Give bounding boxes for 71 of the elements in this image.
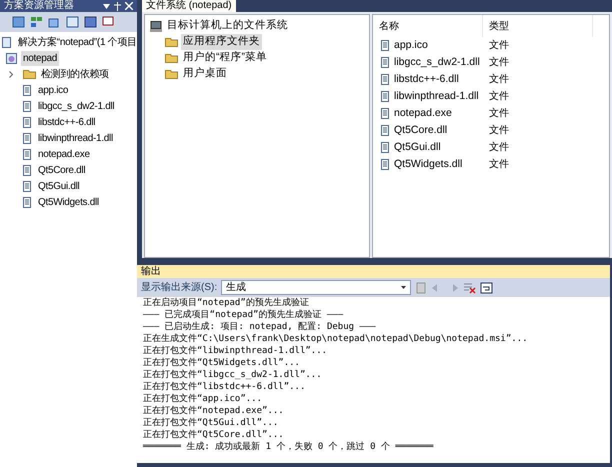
folder-icon bbox=[23, 69, 36, 79]
tree-item[interactable]: 用户的“程序”菜单 bbox=[181, 50, 269, 66]
properties-icon[interactable] bbox=[12, 16, 25, 28]
document-icon bbox=[380, 159, 388, 170]
window-icon[interactable] bbox=[66, 16, 79, 28]
file-name[interactable]: Qt5Core.dll bbox=[394, 122, 448, 138]
tree-item[interactable]: libgcc_s_dw2-1.dll bbox=[36, 98, 116, 114]
tree-item[interactable]: libwinpthread-1.dll bbox=[36, 130, 115, 146]
document-icon bbox=[380, 142, 388, 153]
file-type: 文件 bbox=[488, 124, 510, 138]
dropdown-icon bbox=[401, 286, 406, 289]
document-icon bbox=[380, 91, 388, 102]
window-icon[interactable] bbox=[102, 16, 115, 28]
file-name[interactable]: libstdc++-6.dll bbox=[394, 72, 459, 88]
column-header[interactable]: 名称 bbox=[373, 15, 483, 37]
window-icon[interactable] bbox=[48, 16, 61, 28]
file-name[interactable]: libwinpthread-1.dll bbox=[394, 88, 479, 104]
file-type: 文件 bbox=[488, 106, 510, 121]
column-header[interactable]: 类型 bbox=[483, 15, 593, 37]
file-name[interactable]: Qt5Gui.dll bbox=[394, 140, 441, 156]
file-name[interactable]: notepad.exe bbox=[394, 106, 452, 122]
output-log: 正在启动项目“notepad”的预先生成验证 ——— 已完成项目“notepad”的预先生成验证 ——— ——— 已启动生成: 项目: notepad, 配置: Debug ——— 正在生成文件“C:\Users\frank\Desktop\notepad\notepad\Debug\notepad.msi”... 正在打包文件“libwinpthread-1.dll”... 正在打包文件“Qt5Widgets.dll”... 正在打包文件“libgcc_s_dw2-1.dll”... 正在打包文件“libstdc++-6.dll”... 正在打包文件“app.ico”... 正在打包文件“notepad.exe”... 正在打包文件“Qt5Gui.dll”... 正在打包文件“Qt5Core.dll”... ═══════ 生成: 成功或最新 1 个，失败 0 个，跳过 0 个 ═══════ bbox=[137, 297, 610, 463]
document-icon bbox=[22, 84, 30, 96]
file-name[interactable]: Qt5Widgets.dll bbox=[394, 156, 462, 172]
tree-item[interactable]: 解决方案“notepad”(1 个项目 bbox=[16, 34, 137, 50]
document-icon bbox=[22, 100, 30, 112]
file-type: 文件 bbox=[488, 38, 510, 53]
document-icon bbox=[380, 57, 388, 68]
tree-item[interactable]: app.ico bbox=[36, 82, 70, 98]
file-type: 文件 bbox=[488, 72, 510, 87]
tree-item[interactable]: 检测到的依赖项 bbox=[39, 66, 111, 82]
word-wrap-icon[interactable] bbox=[480, 282, 494, 294]
document-icon bbox=[380, 125, 388, 136]
dropdown-icon[interactable] bbox=[103, 4, 110, 8]
document-icon bbox=[22, 148, 30, 160]
grid-icon[interactable] bbox=[30, 16, 43, 28]
tree-item[interactable]: 应用程序文件夹 bbox=[181, 34, 262, 50]
folder-icon bbox=[165, 69, 178, 79]
document-icon bbox=[380, 108, 388, 119]
document-icon bbox=[22, 164, 30, 176]
project-icon bbox=[6, 52, 17, 64]
file-type: 文件 bbox=[488, 90, 510, 104]
computer-icon bbox=[150, 20, 162, 32]
source-dropdown[interactable]: 生成 bbox=[221, 280, 412, 295]
document-icon bbox=[380, 40, 388, 51]
solution-icon bbox=[2, 36, 11, 48]
folder-icon bbox=[165, 37, 178, 47]
document-icon bbox=[22, 196, 30, 208]
file-type: 文件 bbox=[488, 158, 510, 172]
close-icon[interactable] bbox=[125, 2, 133, 10]
tree-item[interactable]: libstdc++-6.dll bbox=[36, 114, 98, 130]
file-type: 文件 bbox=[488, 140, 510, 155]
document-icon bbox=[22, 180, 30, 192]
tree-item[interactable]: 用户桌面 bbox=[181, 66, 229, 82]
file-name[interactable]: libgcc_s_dw2-1.dll bbox=[394, 54, 480, 70]
folder-icon bbox=[165, 53, 178, 63]
document-icon bbox=[22, 132, 30, 144]
window-icon[interactable] bbox=[84, 16, 97, 28]
file-name[interactable]: app.ico bbox=[394, 38, 428, 54]
panel-title: 输出 bbox=[141, 266, 161, 278]
tree-item[interactable]: Qt5Core.dll bbox=[36, 162, 88, 178]
tree-item[interactable]: Qt5Widgets.dll bbox=[36, 194, 101, 210]
document-icon bbox=[380, 74, 388, 85]
tree-item[interactable]: Qt5Gui.dll bbox=[36, 178, 82, 194]
tree-item[interactable]: notepad bbox=[21, 50, 60, 66]
source-label: 显示输出来源(S): bbox=[141, 280, 218, 295]
file-type: 文件 bbox=[488, 56, 510, 70]
tree-item[interactable]: notepad.exe bbox=[36, 146, 92, 162]
tree-item[interactable]: 目标计算机上的文件系统 bbox=[165, 18, 290, 34]
clear-icon[interactable] bbox=[463, 282, 476, 294]
document-icon bbox=[22, 116, 30, 128]
